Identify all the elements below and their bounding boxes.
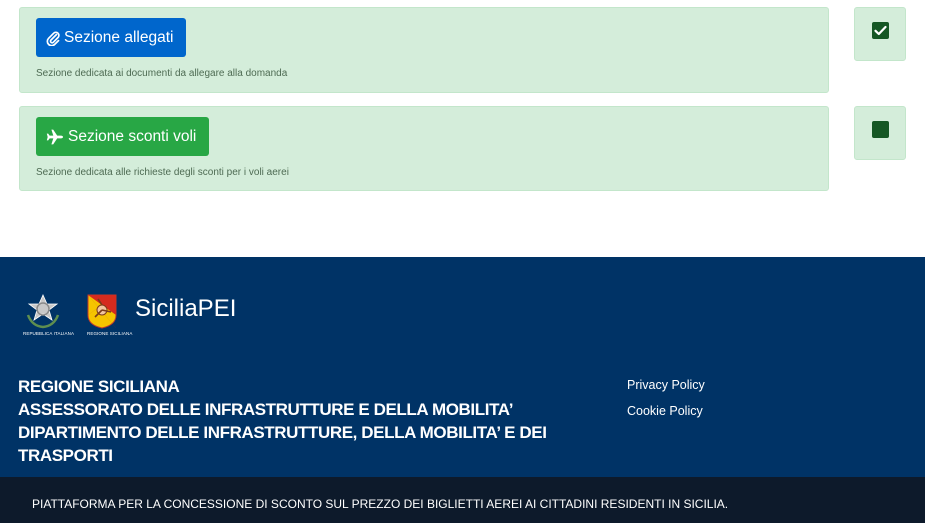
footer-bottom-bar: PIATTAFORMA PER LA CONCESSIONE DI SCONTO… <box>0 477 925 523</box>
sezione-sconti-voli-button[interactable]: Sezione sconti voli <box>36 117 209 156</box>
section-description: Sezione dedicata ai documenti da allegar… <box>36 68 288 79</box>
status-box-allegati <box>854 7 906 61</box>
section-description: Sezione dedicata alle richieste degli sc… <box>36 167 289 178</box>
sezione-sconti-voli-label: Sezione sconti voli <box>68 127 197 145</box>
incomplete-checkbox[interactable] <box>872 121 889 138</box>
site-footer: REPUBBLICA ITALIANA REGIONE SICILIANA Si… <box>0 257 925 477</box>
organization-name: REGIONE SICILIANA ASSESSORATO DELLE INFR… <box>18 375 578 467</box>
airplane-icon <box>46 129 64 145</box>
org-line: TRASPORTI <box>18 446 113 465</box>
sicily-region-emblem-icon <box>86 293 118 334</box>
italian-republic-emblem-icon <box>24 293 62 334</box>
check-icon <box>874 25 887 36</box>
sicily-region-caption: REGIONE SICILIANA <box>87 331 133 336</box>
org-line: REGIONE SICILIANA <box>18 377 180 396</box>
footer-links: Privacy Policy Cookie Policy <box>627 377 705 429</box>
paperclip-icon <box>46 30 60 46</box>
sezione-allegati-label: Sezione allegati <box>64 28 174 46</box>
status-box-sconti-voli <box>854 106 906 160</box>
completed-checkbox[interactable] <box>872 22 889 39</box>
brand-name[interactable]: SiciliaPEI <box>135 295 236 323</box>
section-card-sconti-voli: Sezione sconti voli Sezione dedicata all… <box>19 106 829 191</box>
org-line: ASSESSORATO DELLE INFRASTRUTTURE E DELLA… <box>18 400 514 419</box>
cookie-policy-link[interactable]: Cookie Policy <box>627 403 705 419</box>
org-line: DIPARTIMENTO DELLE INFRASTRUTTURE, DELLA… <box>18 423 547 442</box>
sezione-allegati-button[interactable]: Sezione allegati <box>36 18 186 57</box>
italian-republic-caption: REPUBBLICA ITALIANA <box>23 331 75 336</box>
section-card-allegati: Sezione allegati Sezione dedicata ai doc… <box>19 7 829 93</box>
privacy-policy-link[interactable]: Privacy Policy <box>627 377 705 393</box>
platform-tagline: PIATTAFORMA PER LA CONCESSIONE DI SCONTO… <box>32 497 729 511</box>
